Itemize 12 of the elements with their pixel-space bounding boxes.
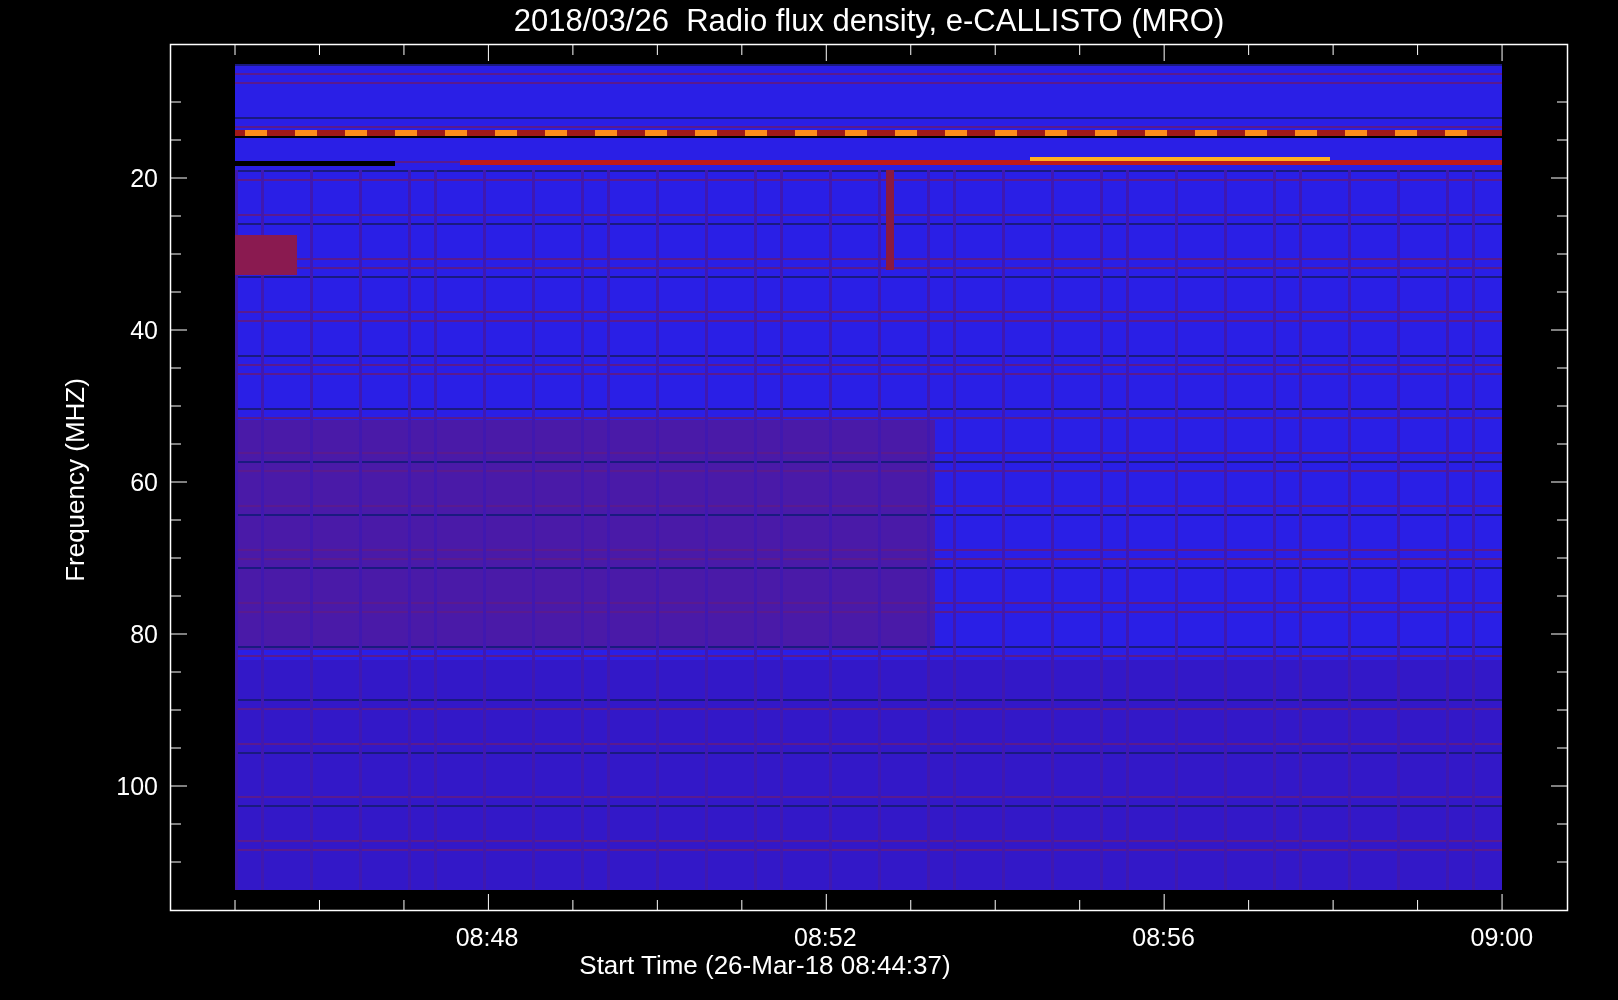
x-tick-label: 09:00: [1470, 923, 1534, 951]
x-tick-label: 08:56: [1132, 923, 1195, 951]
y-tick-label: 80: [130, 620, 158, 648]
y-axis-label: Frequency (MHZ): [60, 378, 90, 582]
x-axis-label: Start Time (26-Mar-18 08:44:37): [579, 950, 951, 980]
y-tick-label: 100: [116, 772, 158, 800]
y-tick-label: 20: [130, 164, 158, 192]
x-tick-label: 08:52: [794, 923, 857, 951]
y-tick-label: 60: [130, 468, 158, 496]
x-tick-label: 08:48: [455, 923, 519, 951]
chart-title: 2018/03/26 Radio flux density, e-CALLISTO (MRO): [513, 3, 1225, 38]
y-tick-label: 40: [130, 316, 158, 344]
